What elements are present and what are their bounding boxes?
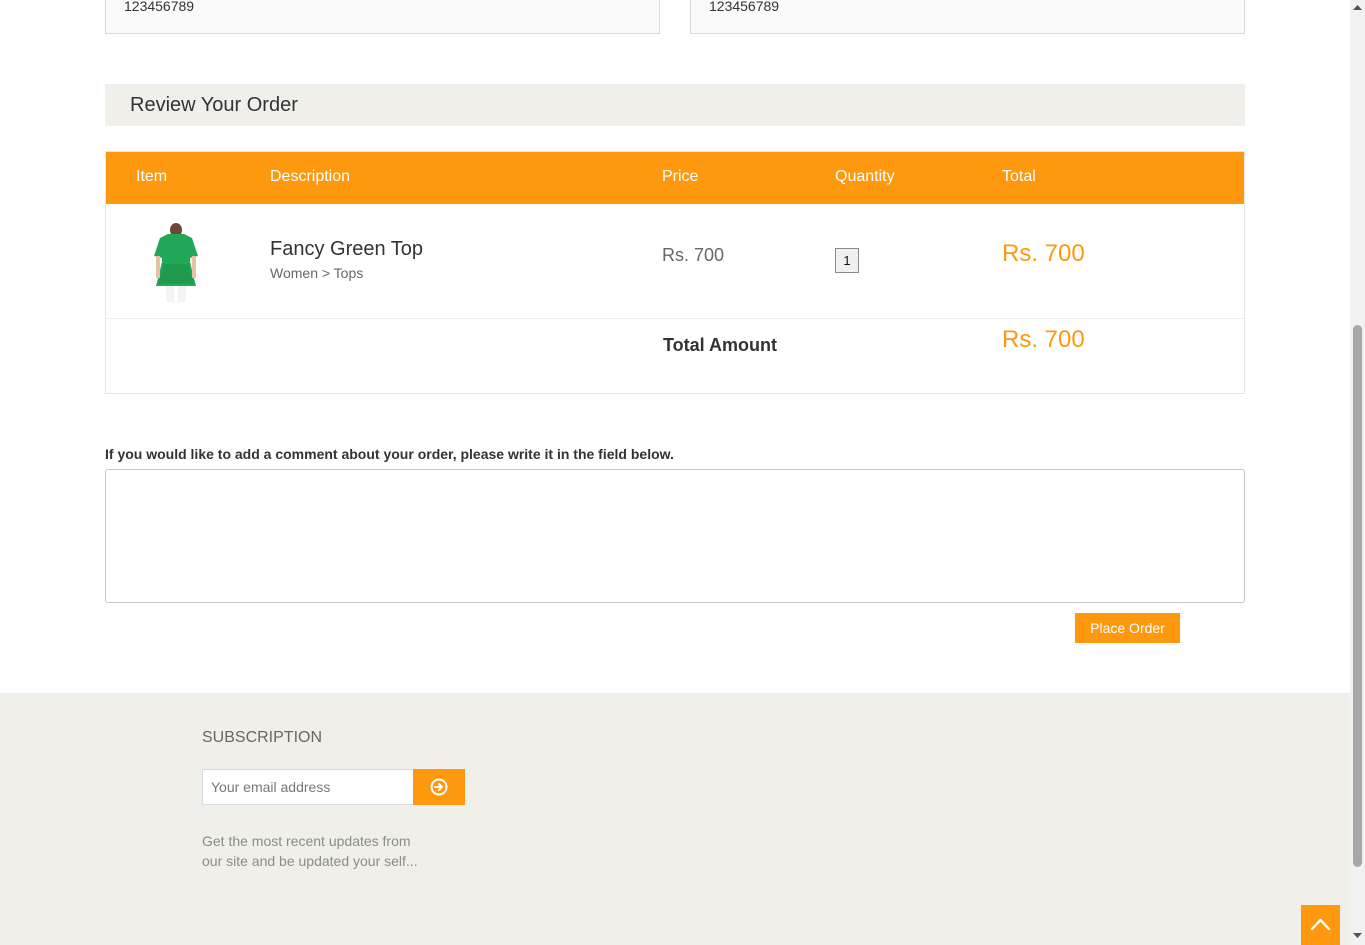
arrow-circle-right-icon [430,778,448,796]
product-price: Rs. 700 [662,245,725,265]
subscription-title: SUBSCRIPTION [202,729,323,746]
total-amount-label: Total Amount [663,335,777,355]
checkout-page: 123456789 123456789 Review Your Order It… [0,0,1350,945]
subscription-description: Get the most recent updates from our sit… [202,833,418,869]
subscribe-button[interactable] [413,769,465,805]
header-description: Description [270,168,351,185]
header-item: Item [136,168,168,185]
total-amount-value: Rs. 700 [1002,326,1085,353]
header-quantity: Quantity [835,168,895,185]
product-name[interactable]: Fancy Green Top [270,238,423,261]
product-image[interactable] [146,222,206,304]
product-category: Women > Tops [270,265,364,281]
review-order-heading: Review Your Order [105,84,1245,126]
phone-field[interactable]: 123456789 [105,0,660,34]
scroll-down-arrow-icon[interactable] [1353,932,1362,939]
review-order-title: Review Your Order [130,94,298,116]
header-total: Total [1002,168,1036,185]
row-divider [106,318,1244,319]
header-price: Price [662,168,699,185]
order-comment-textarea[interactable] [105,469,1245,603]
vertical-scrollbar[interactable] [1350,0,1365,945]
place-order-button[interactable]: Place Order [1075,613,1180,643]
chevron-up-icon [1310,918,1331,931]
product-total: Rs. 700 [1002,240,1085,267]
table-header: Item Description Price Quantity Total [106,152,1244,204]
comment-label: If you would like to add a comment about… [105,446,674,462]
mobile-phone-field[interactable]: 123456789 [690,0,1245,34]
quantity-field[interactable]: 1 [835,248,859,273]
scrollbar-thumb[interactable] [1353,325,1362,867]
order-table: Item Description Price Quantity Total Fa… [105,151,1245,394]
footer: SUBSCRIPTION Get the most recent updates… [0,693,1350,945]
subscription-email-input[interactable] [202,769,414,805]
scroll-up-arrow-icon[interactable] [1353,4,1362,11]
scroll-to-top-button[interactable] [1301,905,1340,945]
